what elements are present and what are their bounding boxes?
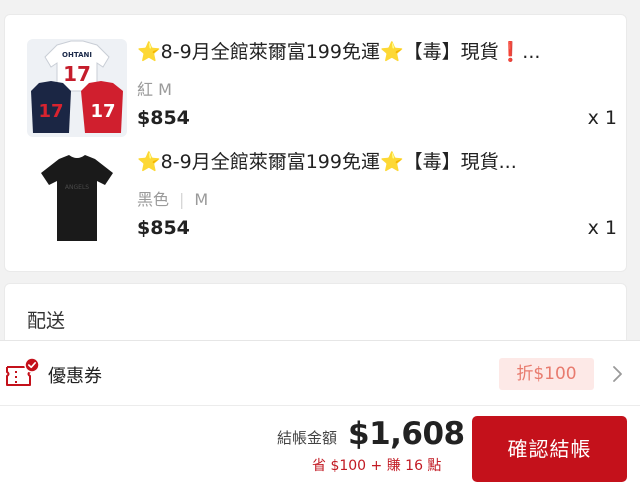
confirm-checkout-button[interactable]: 確認結帳 [472,416,627,482]
svg-text:17: 17 [90,101,115,122]
total-amount: $1,608 [348,416,465,452]
product-title[interactable]: ⭐8-9月全館萊爾富199免運⭐【毒】現貨❗... [137,39,607,65]
shipping-label: 配送 [27,310,66,332]
product-image[interactable]: ANGELS [27,149,127,247]
total-label: 結帳金額 [277,429,338,447]
product-price: $854 [137,217,190,239]
cart-item[interactable]: OHTANI 17 17 17 ⭐8-9月全館萊爾富199免運⭐【毒】現貨❗..… [27,39,617,139]
product-quantity: x 1 [587,107,617,129]
variant-divider: | [179,190,185,209]
star-icon: ⭐ [137,151,161,173]
cart-item[interactable]: ANGELS ⭐8-9月全館萊爾富199免運⭐【毒】現貨... 黑色 | M $85… [27,149,617,249]
product-price: $854 [137,107,190,129]
product-image[interactable]: OHTANI 17 17 17 [27,39,127,137]
coupon-row[interactable]: 優惠券 折$100 [0,340,640,406]
variant-size: M [158,80,172,99]
svg-text:17: 17 [38,101,63,122]
savings-text: 省 $100 + 賺 16 點 [312,458,442,474]
product-variant: 黑色 | M [137,186,208,210]
product-title[interactable]: ⭐8-9月全館萊爾富199免運⭐【毒】現貨... [137,149,607,175]
product-variant: 紅 M [137,76,172,100]
jersey-name: OHTANI [62,51,92,59]
chevron-right-icon[interactable] [608,363,626,385]
coupon-discount-tag[interactable]: 折$100 [499,358,594,390]
product-title-text: 8-9月全館萊爾富199免運⭐【毒】現貨... [160,151,517,173]
shirt-text: ANGELS [65,184,89,191]
black-tshirt-image: ANGELS [41,155,113,241]
product-title-text: 8-9月全館萊爾富199免運⭐【毒】現貨❗... [160,41,541,63]
star-icon: ⭐ [137,41,161,63]
coupon-label: 優惠券 [48,366,102,387]
jersey-number: 17 [63,62,91,86]
checkout-footer: 結帳金額 $1,608 省 $100 + 賺 16 點 確認結帳 [0,406,640,487]
variant-color: 黑色 [137,190,170,209]
cart-items-card: OHTANI 17 17 17 ⭐8-9月全館萊爾富199免運⭐【毒】現貨❗..… [4,14,627,272]
variant-size: M [194,190,209,209]
product-quantity: x 1 [587,217,617,239]
variant-color: 紅 [137,80,154,99]
ticket-icon [6,357,40,386]
jersey-set-image: OHTANI 17 17 17 [31,40,123,133]
